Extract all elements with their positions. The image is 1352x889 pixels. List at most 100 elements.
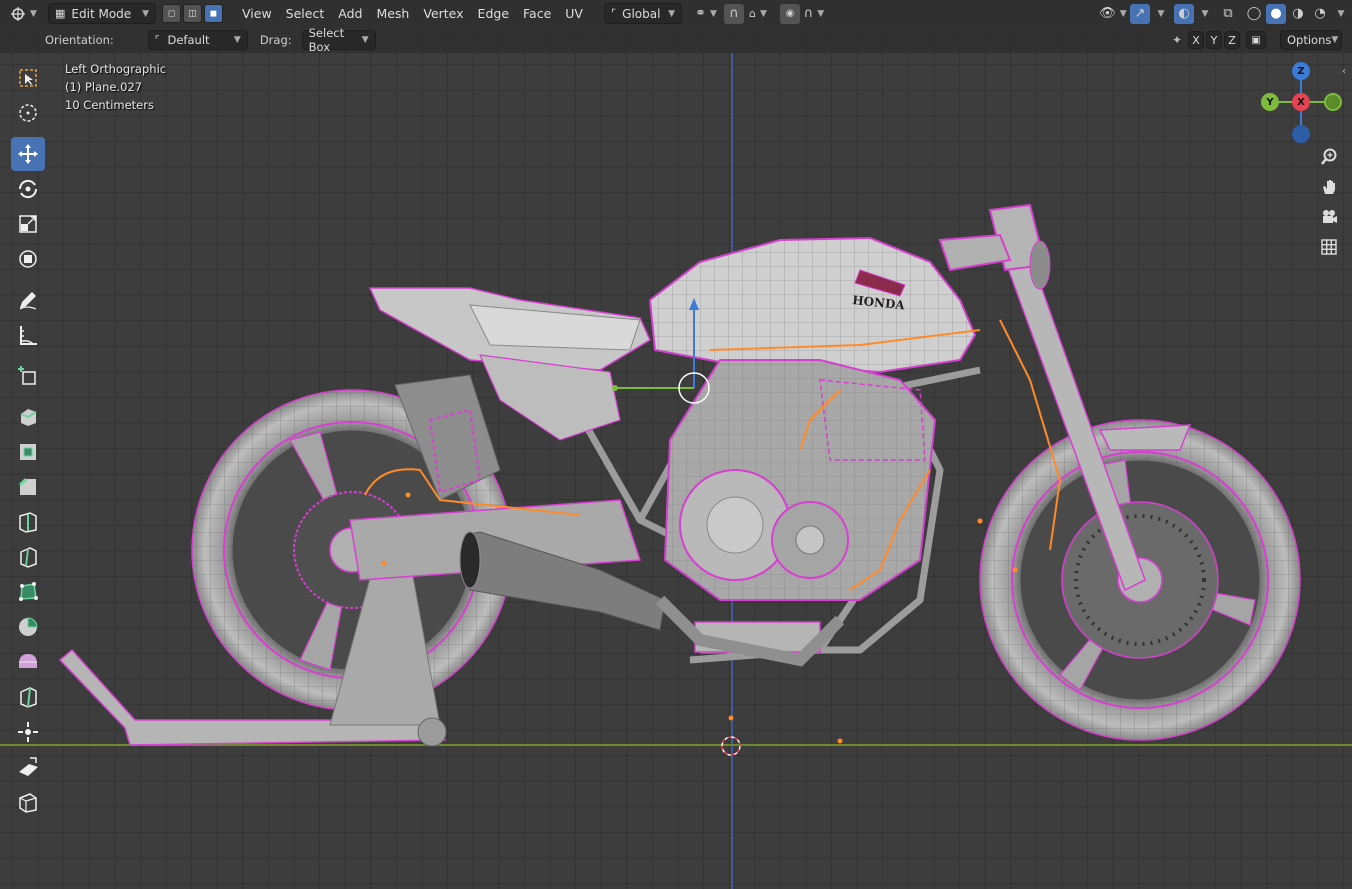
rip-tool[interactable] — [11, 785, 45, 819]
mirror-y-toggle[interactable]: Y — [1206, 31, 1222, 49]
mirror-z-toggle[interactable]: Z — [1224, 31, 1240, 49]
drag-dropdown[interactable]: Select Box ▼ — [301, 26, 376, 54]
chevron-down-icon: ▼ — [233, 35, 241, 45]
cursor-tool[interactable] — [11, 96, 45, 130]
add-cube-tool[interactable] — [11, 359, 45, 393]
menu-uv[interactable]: UV — [558, 6, 590, 21]
viewport-header: ▼ ▦ Edit Mode ▼ ◻ ◫ ◼ View Select Add Me… — [0, 0, 1352, 27]
inset-tool[interactable] — [11, 435, 45, 469]
view-name: Left Orthographic — [65, 62, 167, 76]
fuel-tank: HONDA — [648, 236, 977, 374]
gizmo-neg-z-button[interactable] — [1292, 125, 1310, 143]
proportional-edit-toggle[interactable]: ◉ — [779, 3, 800, 24]
shrink-fatten-icon — [18, 722, 38, 742]
chevron-down-icon: ▼ — [1331, 35, 1339, 45]
shading-solid-button[interactable]: ● — [1266, 3, 1286, 24]
loop-cut-tool[interactable] — [11, 505, 45, 539]
menu-add[interactable]: Add — [331, 6, 369, 21]
chevron-down-icon: ▼ — [709, 8, 717, 19]
object-name: (1) Plane.027 — [65, 80, 143, 94]
gizmo-x-button[interactable]: X — [1292, 93, 1310, 111]
xray-icon: ⧉ — [1223, 6, 1233, 21]
knife-tool[interactable] — [11, 540, 45, 574]
proportional-falloff-button[interactable]: ∩ ▼ — [800, 4, 828, 24]
extrude-tool[interactable] — [11, 400, 45, 434]
snap-target-button[interactable]: ⌂ ▼ — [744, 4, 772, 24]
measure-ruler-icon — [20, 326, 37, 345]
edit-mode-icon: ▦ — [55, 7, 66, 20]
chevron-down-icon: ▼ — [1201, 8, 1209, 19]
auto-merge-toggle[interactable]: ▣ — [1246, 31, 1266, 49]
ortho-grid-icon[interactable] — [1316, 234, 1342, 260]
menu-select[interactable]: Select — [279, 6, 332, 21]
face-select-button[interactable]: ◼ — [204, 4, 223, 23]
menu-edge[interactable]: Edge — [471, 6, 516, 21]
annotate-tool[interactable] — [11, 283, 45, 317]
mirror-x-toggle[interactable]: X — [1188, 31, 1204, 49]
scale-tool[interactable] — [11, 207, 45, 241]
transform-orientation-dropdown[interactable]: ⌜ Global ▼ — [603, 3, 682, 24]
bevel-icon — [18, 477, 36, 495]
zoom-icon[interactable] — [1316, 144, 1342, 170]
visibility-button[interactable]: 👁 ▼ — [1098, 4, 1128, 24]
move-arrows-icon — [18, 144, 38, 164]
shading-wireframe-button[interactable]: ◯ — [1244, 4, 1264, 24]
spin-icon — [19, 617, 38, 636]
overlays-dropdown[interactable]: ▼ — [1196, 4, 1210, 24]
transform-tool[interactable] — [11, 242, 45, 276]
menu-vertex[interactable]: Vertex — [416, 6, 470, 21]
menu-view[interactable]: View — [235, 6, 279, 21]
edge-slide-tool[interactable] — [11, 680, 45, 714]
shrink-fatten-tool[interactable] — [11, 715, 45, 749]
poly-build-tool[interactable] — [11, 575, 45, 609]
mode-label: Edit Mode — [71, 6, 132, 21]
overlays-toggle[interactable]: ◐ — [1174, 3, 1194, 24]
orientation-dropdown[interactable]: ⌜ Default ▼ — [147, 30, 248, 50]
viewport-info: Left Orthographic (1) Plane.027 10 Centi… — [65, 60, 166, 114]
shading-material-button[interactable]: ◑ — [1288, 4, 1308, 24]
3d-cursor[interactable] — [721, 736, 741, 756]
header-right-group: 👁 ▼ ↗ ▼ ◐ ▼ ⧉ ◯ ● ◑ ◔ ▼ — [1098, 3, 1346, 24]
chevron-down-icon: ▼ — [668, 8, 675, 19]
gizmo-neg-y-button[interactable] — [1324, 93, 1342, 111]
mode-dropdown[interactable]: ▦ Edit Mode ▼ — [48, 3, 156, 24]
pivot-point-button[interactable]: ⚭ ▼ — [690, 4, 722, 24]
edge-select-button[interactable]: ◫ — [183, 4, 202, 23]
vertex-select-button[interactable]: ◻ — [162, 4, 181, 23]
pan-hand-icon[interactable] — [1316, 174, 1342, 200]
gizmos-dropdown[interactable]: ▼ — [1152, 4, 1166, 24]
editor-type-button[interactable]: ▼ — [10, 6, 42, 22]
move-tool[interactable] — [11, 137, 45, 171]
collapse-sidebar-arrow[interactable]: ‹ — [1342, 66, 1346, 77]
measure-tool[interactable] — [11, 318, 45, 352]
orientation-default-icon: ⌜ — [154, 34, 160, 46]
select-box-tool[interactable] — [11, 61, 45, 95]
gizmo-arrow-icon: ↗ — [1134, 6, 1146, 21]
menu-mesh[interactable]: Mesh — [369, 6, 416, 21]
navigation-gizmo[interactable]: Z Y X — [1258, 60, 1342, 144]
editor-type-icon — [11, 6, 25, 21]
chevron-down-icon: ▼ — [1157, 8, 1165, 19]
xray-toggle[interactable]: ⧉ — [1218, 4, 1238, 24]
spin-tool[interactable] — [11, 610, 45, 644]
transform-orientation-label: Global — [622, 6, 661, 21]
extrude-icon — [20, 409, 37, 426]
gizmo-z-button[interactable]: Z — [1292, 62, 1310, 80]
rotate-tool[interactable] — [11, 172, 45, 206]
options-dropdown[interactable]: Options ▼ — [1280, 30, 1342, 50]
eye-icon: 👁 — [1099, 6, 1116, 21]
motorcycle-mesh[interactable]: HONDA — [0, 0, 1352, 889]
shear-tool[interactable] — [11, 750, 45, 784]
snap-toggle[interactable]: ∩ — [723, 3, 744, 24]
bevel-tool[interactable] — [11, 470, 45, 504]
camera-view-icon[interactable] — [1316, 204, 1342, 230]
3d-viewport[interactable]: HONDA Left Orthographic (1) Plane.027 10… — [0, 0, 1352, 889]
gizmos-toggle[interactable]: ↗ — [1130, 3, 1150, 24]
shading-dropdown[interactable]: ▼ — [1332, 4, 1346, 24]
menu-face[interactable]: Face — [516, 6, 558, 21]
gizmo-y-button[interactable]: Y — [1261, 93, 1279, 111]
chevron-down-icon: ▼ — [1119, 8, 1127, 19]
smooth-tool[interactable] — [11, 645, 45, 679]
chevron-down-icon: ▼ — [142, 8, 149, 19]
shading-rendered-button[interactable]: ◔ — [1310, 4, 1330, 24]
